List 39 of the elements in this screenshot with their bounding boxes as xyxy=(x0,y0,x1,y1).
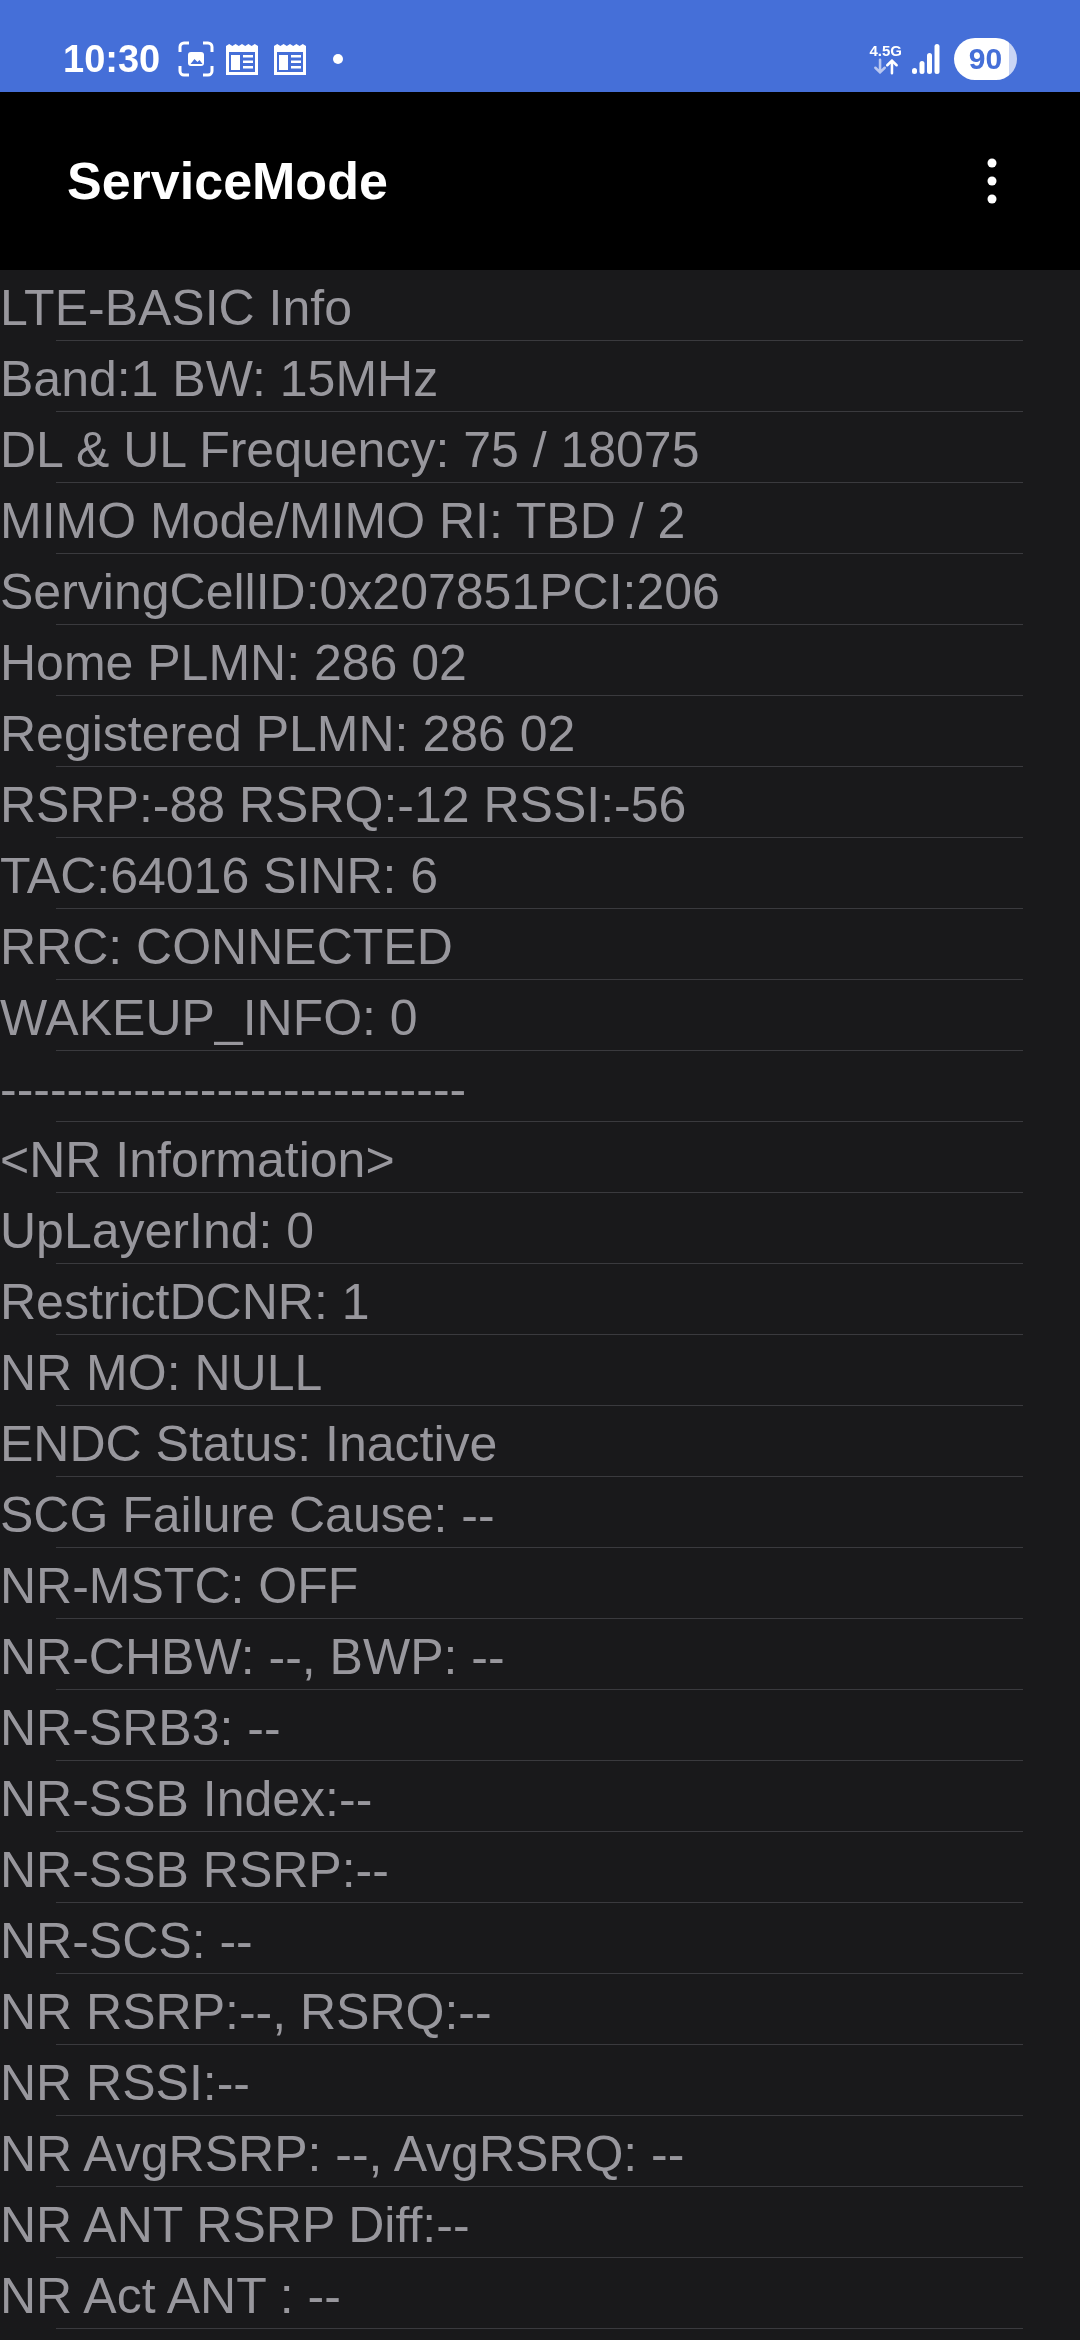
info-text: NR RSRP:--, RSRQ:-- xyxy=(0,1984,492,2040)
info-text: NR AvgRSRP: --, AvgRSRQ: -- xyxy=(0,2126,685,2182)
info-text: Registered PLMN: 286 02 xyxy=(0,706,576,762)
info-text: MIMO Mode/MIMO RI: TBD / 2 xyxy=(0,493,686,549)
info-text: ServingCellID:0x207851PCI:206 xyxy=(0,564,720,620)
more-options-icon[interactable] xyxy=(987,158,997,204)
info-text: ---------------------------- xyxy=(0,1061,467,1117)
info-text: UpLayerInd: 0 xyxy=(0,1203,315,1259)
info-text: NR MO: NULL xyxy=(0,1345,323,1401)
newspaper-icon xyxy=(273,43,308,75)
info-text: NR-MSTC: OFF xyxy=(0,1558,359,1614)
signal-icon xyxy=(912,44,940,74)
info-text: NR RSSI:-- xyxy=(0,2055,250,2111)
info-text: NR-SSB Index:-- xyxy=(0,1771,373,1827)
info-text: Band:1 BW: 15MHz xyxy=(0,351,439,407)
info-text: <NR Information> xyxy=(0,1132,395,1188)
newspaper-icon xyxy=(225,43,260,75)
info-text: NR Act ANT : -- xyxy=(0,2268,341,2324)
info-text: RSRP:-88 RSRQ:-12 RSSI:-56 xyxy=(0,777,687,833)
info-text: RRC: CONNECTED xyxy=(0,919,453,975)
info-text: LTE-BASIC Info xyxy=(0,280,352,336)
image-frame-icon xyxy=(178,41,215,77)
info-text: DL & UL Frequency: 75 / 18075 xyxy=(0,422,700,478)
network-type: 4.5G xyxy=(869,43,902,58)
info-text: WAKEUP_INFO: 0 xyxy=(0,990,418,1046)
info-text: TAC:64016 SINR: 6 xyxy=(0,848,439,904)
info-text: SCG Failure Cause: -- xyxy=(0,1487,495,1543)
info-text: RestrictDCNR: 1 xyxy=(0,1274,370,1330)
info-text: NR-CHBW: --, BWP: -- xyxy=(0,1629,505,1685)
clock-time: 10:30 xyxy=(63,39,161,79)
app-title: ServiceMode xyxy=(67,151,388,211)
info-text: NR-SCS: -- xyxy=(0,1913,253,1969)
info-text: Home PLMN: 286 02 xyxy=(0,635,467,691)
notification-dot-icon xyxy=(333,54,344,64)
info-text: NR ANT RSRP Diff:-- xyxy=(0,2197,470,2253)
info-text: NR-SRB3: -- xyxy=(0,1700,281,1756)
info-text: NR-SSB RSRP:-- xyxy=(0,1842,389,1898)
info-text: ENDC Status: Inactive xyxy=(0,1416,498,1472)
battery-indicator: 90 xyxy=(954,38,1017,80)
